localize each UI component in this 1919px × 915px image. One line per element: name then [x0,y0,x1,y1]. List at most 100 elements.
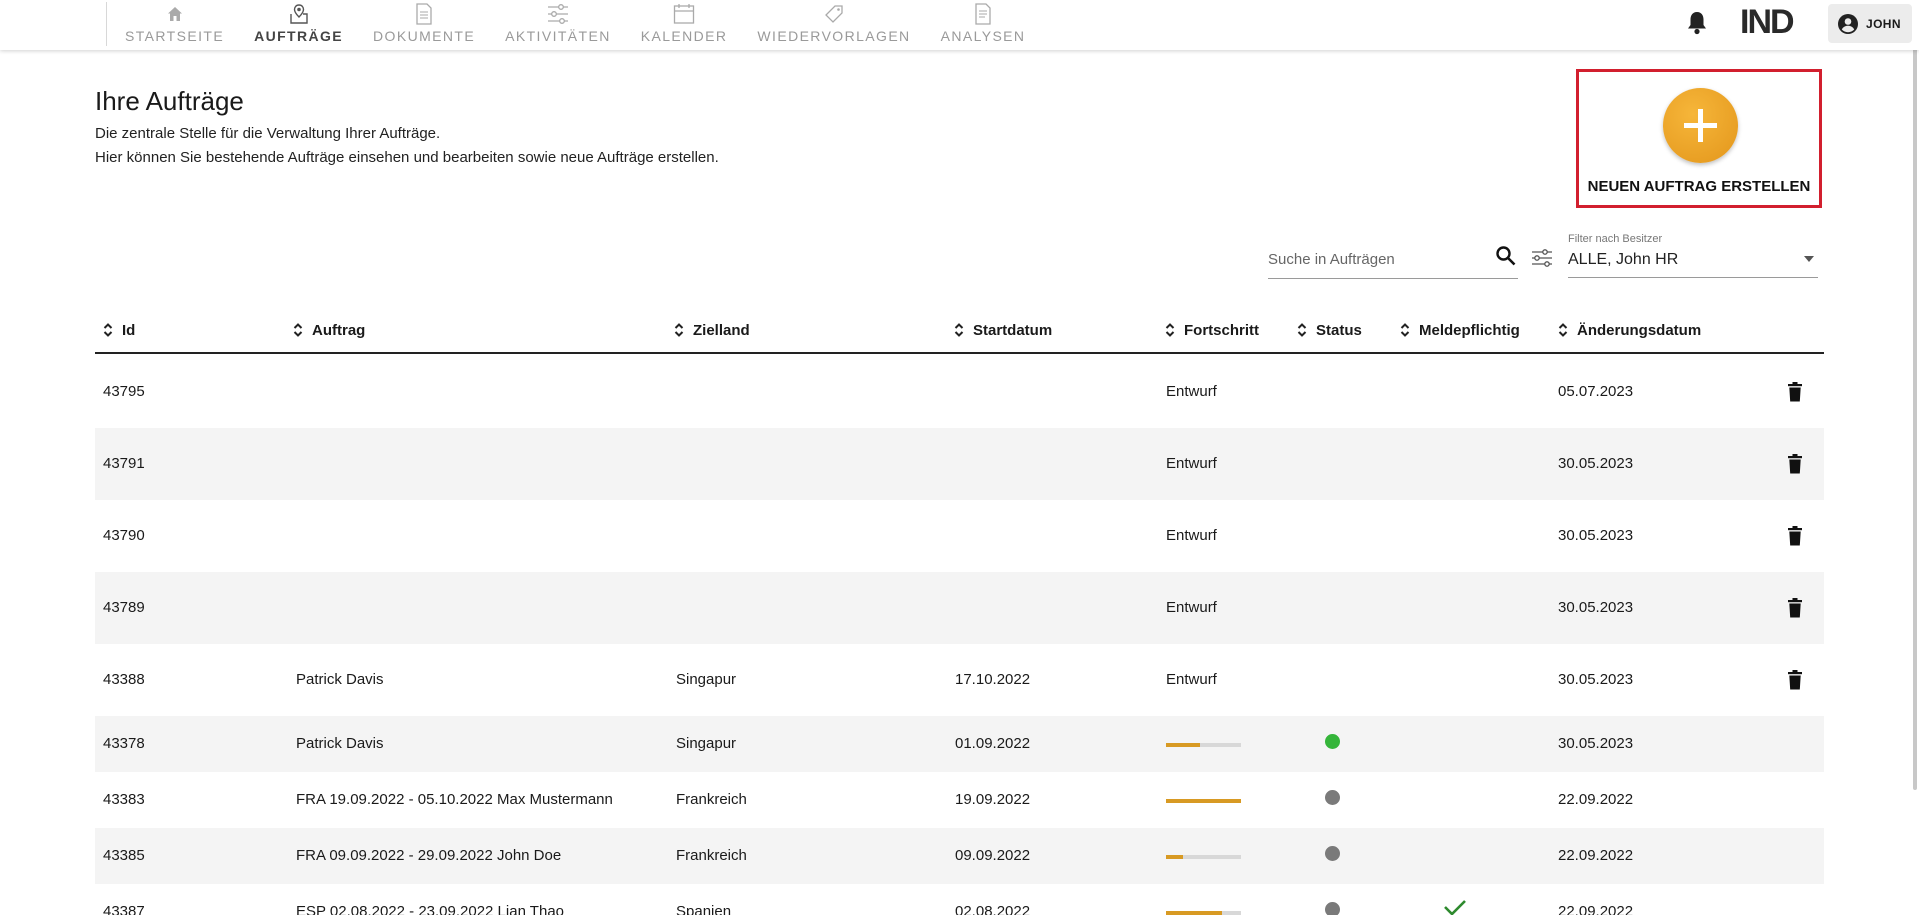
column-header-label: Auftrag [312,321,366,339]
cell-id: 43388 [103,671,145,688]
cell-zielland: Singapur [676,735,737,752]
sort-icon [1558,322,1568,338]
cell-aenderungsdatum: 30.05.2023 [1558,455,1634,472]
table-row[interactable]: 43387 ESP 02.08.2022 - 23.09.2022 Lian Th… [95,884,1824,915]
column-header-label: Status [1316,321,1362,339]
user-menu-button[interactable]: JOHN [1828,4,1912,43]
cell-zielland: Frankreich [676,791,747,808]
delete-icon[interactable] [1787,454,1803,479]
table-row[interactable]: 43378 Patrick Davis Singapur 01.09.2022 30.0… [95,716,1824,772]
filter-settings-icon[interactable] [1531,248,1553,268]
calendar-icon [673,2,695,26]
search-field [1268,245,1518,279]
cell-startdatum: 17.10.2022 [955,671,1031,688]
cell-zielland: Singapur [676,671,737,688]
table-row[interactable]: 43795 Entwurf 05.07.2023 [95,356,1824,428]
cell-aenderungsdatum: 30.05.2023 [1558,599,1634,616]
table-row[interactable]: 43791 Entwurf 30.05.2023 [95,428,1824,500]
cell-id: 43378 [103,735,145,752]
nav-item-orders[interactable]: AUFTRÄGE [239,0,358,50]
nav-divider [106,2,107,46]
page-scrollbar[interactable] [1913,0,1917,790]
cell-startdatum: 19.09.2022 [955,791,1031,808]
column-header-meldepflichtig[interactable]: Meldepflichtig [1400,317,1520,343]
table-row[interactable]: 43385 FRA 09.09.2022 - 29.09.2022 John Do… [95,828,1824,884]
owner-filter-label: Filter nach Besitzer [1568,233,1663,245]
add-circle-button[interactable] [1663,88,1738,163]
cell-id: 43791 [103,455,145,472]
orders-table-header: Id Auftrag Zielland Startdatum Fortschritt St… [95,313,1824,354]
company-logo: IND [1740,3,1795,41]
cell-aenderungsdatum: 30.05.2023 [1558,735,1634,752]
orders-icon [288,2,310,26]
cell-zielland: Frankreich [676,847,747,864]
cell-id: 43789 [103,599,145,616]
column-header-aenderungsdatum[interactable]: Änderungsdatum [1558,317,1701,343]
column-header-status[interactable]: Status [1297,317,1362,343]
status-indicator-dot [1325,846,1340,861]
status-indicator-dot [1325,734,1340,749]
check-icon [1443,900,1467,915]
nav-item-report[interactable]: ANALYSEN [926,0,1041,50]
delete-icon[interactable] [1787,526,1803,551]
delete-icon[interactable] [1787,670,1803,695]
sort-icon [1400,322,1410,338]
sort-icon [103,322,113,338]
cell-id: 43790 [103,527,145,544]
progress-bar-fill [1166,855,1183,859]
search-icon[interactable] [1495,245,1517,267]
column-header-id[interactable]: Id [103,317,135,343]
nav-item-label: WIEDERVORLAGEN [757,28,911,44]
cell-id: 43385 [103,847,145,864]
table-row[interactable]: 43383 FRA 19.09.2022 - 05.10.2022 Max Mus… [95,772,1824,828]
column-header-label: Änderungsdatum [1577,321,1702,339]
notification-bell-icon[interactable] [1685,10,1709,36]
cell-auftrag: Patrick Davis [296,671,384,688]
report-icon [974,2,992,26]
delete-icon[interactable] [1787,598,1803,623]
nav-item-label: KALENDER [640,28,728,44]
cell-startdatum: 01.09.2022 [955,735,1031,752]
column-header-zielland[interactable]: Zielland [674,317,750,343]
progress-bar [1166,855,1241,859]
delete-icon[interactable] [1787,382,1803,407]
nav-item-label: AUFTRÄGE [254,28,344,44]
table-row[interactable]: 43789 Entwurf 30.05.2023 [95,572,1824,644]
sort-icon [1165,322,1175,338]
owner-filter-select[interactable]: Filter nach Besitzer ALLE, John HR [1568,230,1818,278]
cell-fortschritt: Entwurf [1166,671,1217,688]
create-order-label: NEUEN AUFTRAG ERSTELLEN [1587,178,1811,195]
nav-item-document[interactable]: DOKUMENTE [358,0,490,50]
column-header-label: Startdatum [973,321,1053,339]
status-indicator-dot [1325,790,1340,805]
column-header-auftrag[interactable]: Auftrag [293,317,365,343]
dropdown-caret-icon [1804,256,1814,262]
cell-fortschritt: Entwurf [1166,455,1217,472]
create-order-button[interactable]: NEUEN AUFTRAG ERSTELLEN [1576,69,1822,208]
table-row[interactable]: 43388 Patrick Davis Singapur 17.10.2022 Entw… [95,644,1824,716]
cell-startdatum: 02.08.2022 [955,903,1031,915]
column-header-label: Id [122,321,136,339]
top-navigation-bar: STARTSEITE AUFTRÄGE DOKUMENTE AKTIVITÄTEN KA… [0,0,1919,50]
nav-item-label: DOKUMENTE [373,28,476,44]
cell-zielland: Spanien [676,903,732,915]
cell-startdatum: 09.09.2022 [955,847,1031,864]
cell-fortschritt: Entwurf [1166,599,1217,616]
progress-bar [1166,743,1241,747]
nav-item-home[interactable]: STARTSEITE [110,0,239,50]
sliders-icon [547,2,569,26]
sort-icon [674,322,684,338]
tag-icon [823,2,845,26]
column-header-startdatum[interactable]: Startdatum [954,317,1052,343]
search-input[interactable] [1268,251,1488,268]
nav-item-sliders[interactable]: AKTIVITÄTEN [490,0,626,50]
nav-item-tag[interactable]: WIEDERVORLAGEN [742,0,925,50]
cell-aenderungsdatum: 05.07.2023 [1558,383,1634,400]
nav-item-calendar[interactable]: KALENDER [626,0,743,50]
account-circle-icon [1838,13,1858,34]
column-header-fortschritt[interactable]: Fortschritt [1165,317,1259,343]
table-row[interactable]: 43790 Entwurf 30.05.2023 [95,500,1824,572]
cell-fortschritt: Entwurf [1166,527,1217,544]
owner-filter-value: ALLE, John HR [1568,251,1679,268]
column-header-label: Fortschritt [1184,321,1259,339]
